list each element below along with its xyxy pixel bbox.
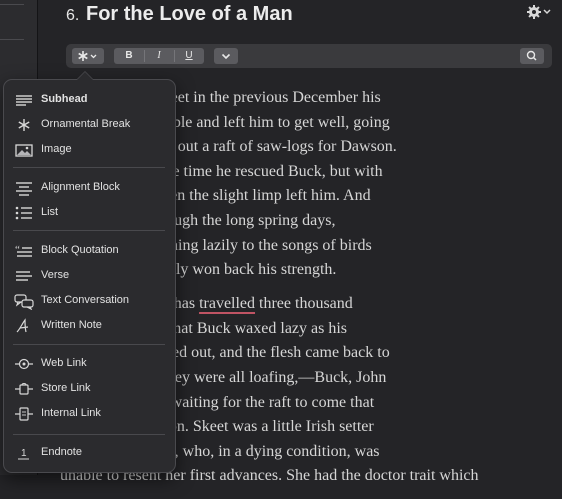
- menu-item-block-quotation[interactable]: “ Block Quotation: [4, 239, 175, 263]
- menu-item-list[interactable]: List: [4, 201, 175, 225]
- search-icon: [526, 50, 537, 61]
- menu-item-label: Endnote: [41, 446, 82, 458]
- chat-bubbles-icon: [13, 292, 35, 311]
- script-a-icon: [13, 317, 35, 335]
- menu-item-label: Block Quotation: [41, 244, 119, 256]
- store-link-icon: [13, 380, 35, 398]
- search-button[interactable]: [520, 48, 544, 64]
- menu-item-internal-link[interactable]: Internal Link: [4, 402, 175, 426]
- list-icon: [13, 204, 35, 222]
- underline-button[interactable]: U: [174, 48, 204, 64]
- menu-item-endnote[interactable]: 1 Endnote: [4, 441, 175, 465]
- asterisk-icon: [13, 116, 35, 134]
- image-icon: [13, 141, 35, 159]
- chapter-settings-button[interactable]: [526, 3, 552, 21]
- menu-item-label: Store Link: [41, 382, 91, 394]
- verse-icon: [13, 267, 35, 285]
- menu-item-written-note[interactable]: Written Note: [4, 314, 175, 338]
- menu-item-subhead[interactable]: Subhead: [4, 88, 175, 112]
- menu-item-label: Subhead: [41, 93, 88, 105]
- gear-icon: [527, 5, 551, 19]
- alignment-icon: [13, 179, 35, 197]
- menu-separator: [13, 434, 165, 435]
- asterisk-dropdown-icon: [78, 51, 97, 61]
- svg-text:1: 1: [21, 448, 27, 459]
- formatting-toolbar: B I U: [66, 44, 552, 68]
- menu-item-ornamental-break[interactable]: Ornamental Break: [4, 113, 175, 137]
- menu-item-label: Text Conversation: [41, 294, 130, 306]
- web-link-icon: [13, 355, 35, 373]
- text-fragment: three thousand: [255, 295, 353, 313]
- bold-button[interactable]: B: [114, 48, 144, 64]
- menu-item-text-conversation[interactable]: Text Conversation: [4, 289, 175, 313]
- menu-separator: [13, 344, 165, 345]
- menu-item-store-link[interactable]: Store Link: [4, 377, 175, 401]
- style-menu-button[interactable]: [72, 48, 104, 64]
- subhead-icon: [13, 91, 35, 109]
- menu-item-image[interactable]: Image: [4, 138, 175, 162]
- menu-item-label: List: [41, 206, 59, 218]
- paragraph-style-menu: Subhead Ornamental Break Image Alignment…: [3, 79, 176, 473]
- menu-item-label: Verse: [41, 269, 70, 281]
- italic-button[interactable]: I: [144, 48, 174, 64]
- menu-item-verse[interactable]: Verse: [4, 264, 175, 288]
- menu-separator: [13, 167, 165, 168]
- more-formats-button[interactable]: [214, 48, 238, 64]
- menu-item-label: Internal Link: [41, 407, 101, 419]
- chapter-title[interactable]: For the Love of a Man: [86, 3, 293, 26]
- endnote-icon: 1: [13, 444, 35, 462]
- text-format-group: B I U: [114, 48, 204, 64]
- svg-text:“: “: [15, 244, 20, 256]
- quote-icon: “: [13, 242, 35, 260]
- menu-item-web-link[interactable]: Web Link: [4, 352, 175, 376]
- menu-item-label: Ornamental Break: [41, 118, 131, 130]
- chapter-number: 6.: [66, 7, 80, 24]
- internal-link-icon: [13, 405, 35, 423]
- menu-item-label: Alignment Block: [41, 181, 120, 193]
- misspelled-word[interactable]: travelled: [199, 295, 255, 312]
- menu-item-label: Image: [41, 143, 72, 155]
- menu-pointer-fill: [77, 72, 93, 80]
- menu-item-alignment-block[interactable]: Alignment Block: [4, 176, 175, 200]
- menu-item-label: Written Note: [41, 319, 102, 331]
- menu-separator: [13, 230, 165, 231]
- menu-item-label: Web Link: [41, 357, 87, 369]
- chevron-down-icon: [221, 53, 231, 60]
